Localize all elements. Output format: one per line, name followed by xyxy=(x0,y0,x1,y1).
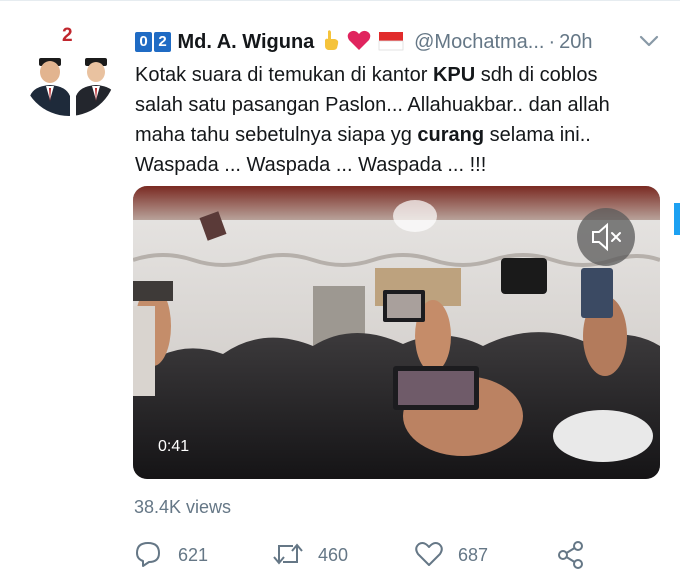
tweet-line-1: Kotak suara di temukan di kantor KPU sdh… xyxy=(135,64,598,86)
author-name[interactable]: Md. A. Wiguna xyxy=(177,31,314,53)
like-button[interactable]: 687 xyxy=(414,540,504,572)
scroll-indicator xyxy=(674,203,680,235)
reply-button[interactable]: 621 xyxy=(134,540,214,572)
retweet-button[interactable]: 460 xyxy=(272,540,362,572)
like-count: 687 xyxy=(458,545,489,565)
avatar-number: 2 xyxy=(62,25,73,46)
top-divider xyxy=(0,0,680,1)
share-icon xyxy=(558,541,583,569)
video-duration: 0:41 xyxy=(158,438,190,455)
retweet-icon xyxy=(273,543,303,565)
speaker-muted-icon xyxy=(592,222,621,252)
mute-button[interactable] xyxy=(577,208,635,266)
tweet-line-2: salah satu pasangan Paslon... Allahuakba… xyxy=(135,94,610,116)
like-heart-icon xyxy=(415,542,443,566)
chevron-down-icon[interactable] xyxy=(638,34,660,48)
tweet-time[interactable]: 20h xyxy=(559,31,592,53)
avatar[interactable]: 2 xyxy=(22,22,116,116)
view-count: 38.4K views xyxy=(134,497,232,517)
reply-count: 621 xyxy=(178,545,209,565)
separator-dot: · xyxy=(548,31,556,53)
hashtag-curang: curang xyxy=(417,124,485,146)
tweet-line-3: maha tahu sebetulnya siapa yg curang sel… xyxy=(135,124,591,146)
action-bar: 621 460 687 xyxy=(134,540,674,572)
tweet-header: 02 Md. A. Wiguna @Mochatma... · 20h xyxy=(135,29,665,55)
avatar-person-left xyxy=(30,58,70,116)
tweet-text: Kotak suara di temukan di kantor KPU sdh… xyxy=(135,60,665,180)
tweet-line-4: Waspada ... Waspada ... Waspada ... !!! xyxy=(135,154,487,176)
hashtag-kpu: KPU xyxy=(432,64,476,86)
heart-icon xyxy=(347,30,371,50)
badge-digit-2: 2 xyxy=(154,32,171,52)
pointing-finger-icon xyxy=(324,30,338,50)
share-button[interactable] xyxy=(556,540,596,572)
avatar-person-right xyxy=(76,58,116,116)
badge-digit-0: 0 xyxy=(135,32,152,52)
indonesia-flag-icon xyxy=(378,32,404,51)
author-handle[interactable]: @Mochatma... xyxy=(414,31,544,53)
retweet-count: 460 xyxy=(318,545,349,565)
reply-icon xyxy=(136,542,160,567)
